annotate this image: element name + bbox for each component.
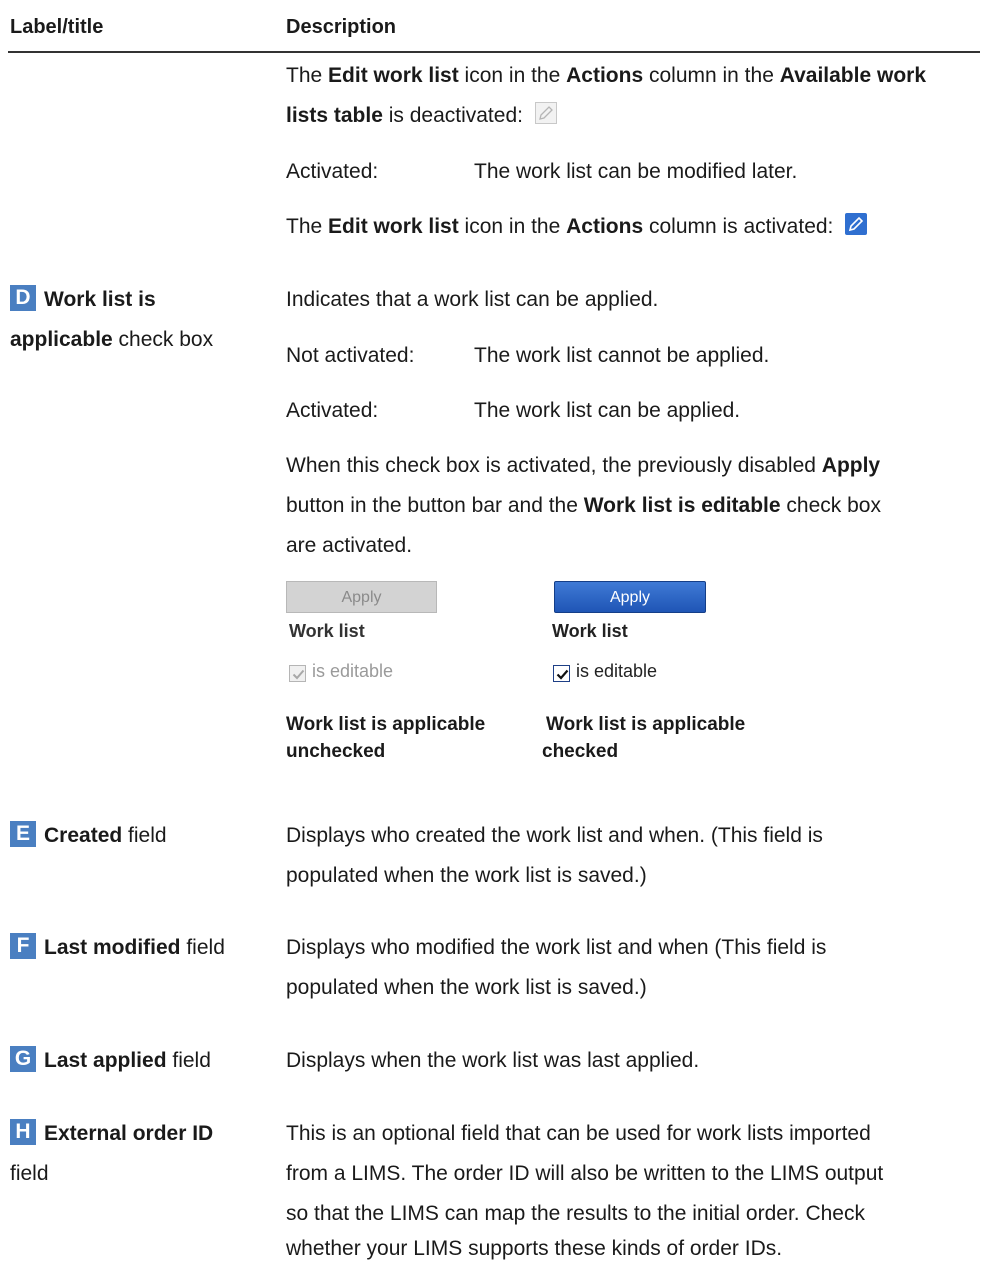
row-d-desc: Indicates that a work list can be applie… — [286, 288, 659, 311]
row-d-not-activated-label: Not activated: — [286, 344, 415, 367]
apply-button-disabled: Apply — [286, 581, 437, 613]
column-header-description: Description — [286, 16, 397, 38]
work-list-label-left: Work list — [289, 621, 365, 641]
activated-label: Activated: — [286, 160, 379, 183]
row-h-desc-line2: from a LIMS. The order ID will also be w… — [286, 1162, 884, 1185]
is-editable-label-left: is editable — [312, 661, 394, 681]
intro-line-2: lists table is deactivated: — [286, 102, 557, 130]
row-d-para-line3: are activated. — [286, 534, 413, 557]
work-list-label-right: Work list — [552, 621, 628, 641]
row-h-desc-line4: whether your LIMS supports these kinds o… — [286, 1237, 783, 1260]
intro-line-1: The Edit work list icon in the Actions c… — [286, 64, 927, 87]
badge-d: D — [10, 285, 36, 312]
row-g-label: G Last applied field — [10, 1046, 211, 1075]
row-h-desc-line3: so that the LIMS can map the results to … — [286, 1202, 865, 1225]
apply-button-active: Apply — [554, 581, 706, 613]
row-d-label-line1: D Work list is — [10, 285, 156, 314]
header-rule — [8, 51, 980, 53]
badge-h: H — [10, 1119, 36, 1146]
row-d-not-activated-text: The work list cannot be applied. — [474, 344, 770, 367]
caption-right-line2: checked — [542, 741, 619, 762]
row-h-desc-line1: This is an optional field that can be us… — [286, 1122, 871, 1145]
editable-checkbox-disabled — [289, 665, 306, 682]
caption-left-line1: Work list is applicable — [286, 714, 486, 735]
caption-right-line1: Work list is applicable — [546, 714, 746, 735]
row-d-para-line2: button in the button bar and the Work li… — [286, 494, 881, 517]
row-f-label: F Last modified field — [10, 933, 225, 962]
activated-text: The work list can be modified later. — [474, 160, 798, 183]
row-d-activated-text: The work list can be applied. — [474, 399, 741, 422]
row-f-desc-line1: Displays who modified the work list and … — [286, 936, 827, 959]
row-e-desc-line1: Displays who created the work list and w… — [286, 824, 823, 847]
editable-checkbox-checked — [553, 665, 570, 682]
row-g-desc-line1: Displays when the work list was last app… — [286, 1049, 700, 1072]
is-editable-label-right: is editable — [576, 661, 658, 681]
caption-left-line2: unchecked — [286, 741, 386, 762]
row-d-activated-label: Activated: — [286, 399, 379, 422]
badge-e: E — [10, 821, 36, 848]
pencil-icon — [845, 213, 868, 236]
row-d-para-line1: When this check box is activated, the pr… — [286, 454, 881, 477]
badge-g: G — [10, 1046, 36, 1073]
column-header-label: Label/title — [10, 16, 104, 38]
pencil-disabled-icon — [534, 102, 557, 125]
intro-line-3: The Edit work list icon in the Actions c… — [286, 213, 868, 241]
row-f-desc-line2: populated when the work list is saved.) — [286, 976, 647, 999]
row-d-label-line2: applicable check box — [10, 328, 214, 351]
row-h-label-line2: field — [10, 1162, 49, 1185]
badge-f: F — [10, 933, 36, 960]
row-h-label-line1: H External order ID — [10, 1119, 213, 1148]
row-e-label: E Created field — [10, 821, 167, 850]
row-e-desc-line2: populated when the work list is saved.) — [286, 864, 647, 887]
